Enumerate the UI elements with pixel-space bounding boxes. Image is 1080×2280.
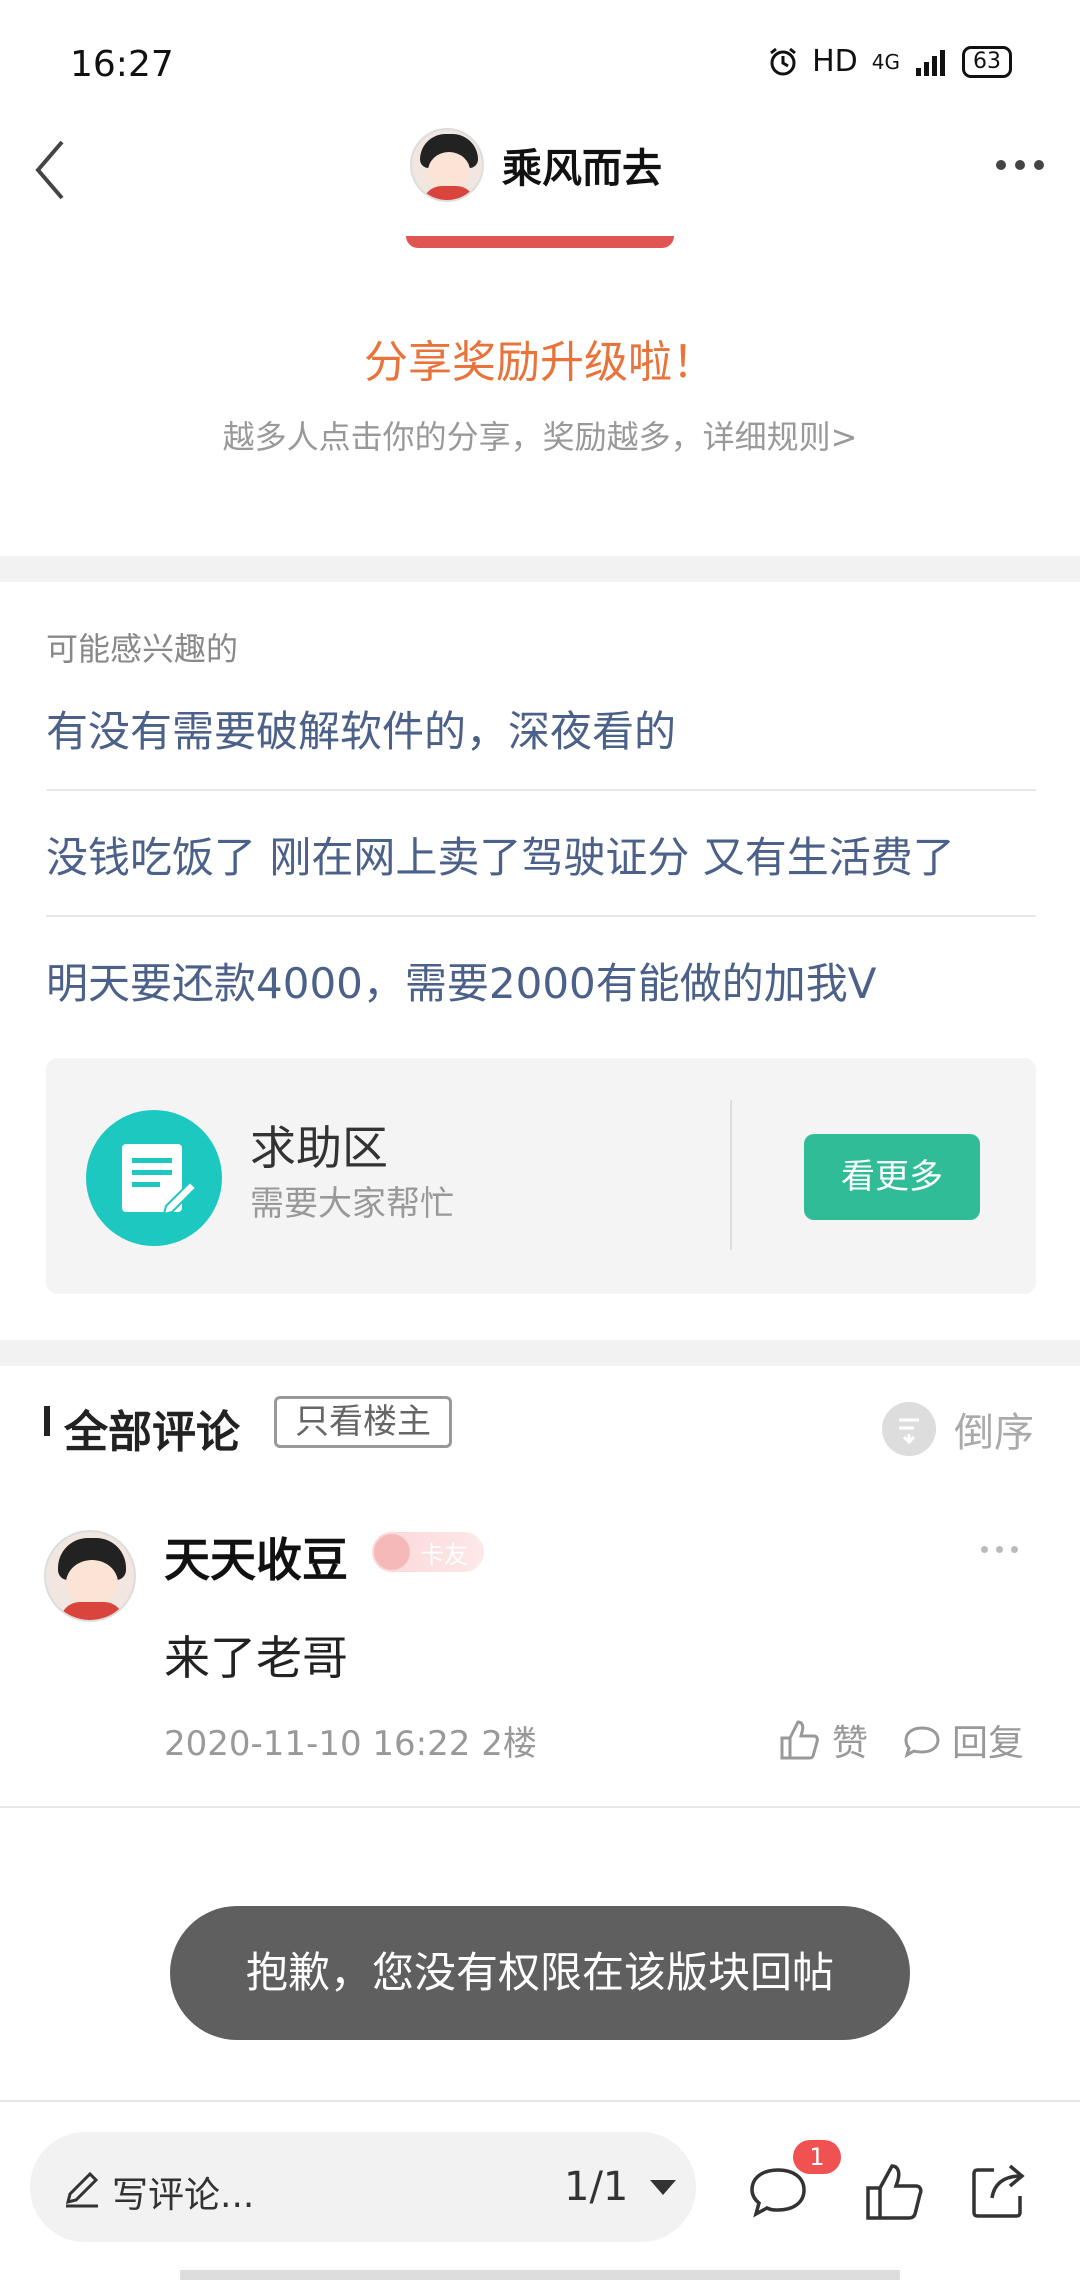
section-divider bbox=[0, 556, 1080, 582]
divider bbox=[46, 789, 1036, 791]
comment-count-badge: 1 bbox=[793, 2140, 841, 2174]
forum-name: 求助区 bbox=[250, 1121, 388, 1175]
write-comment-placeholder[interactable]: 写评论... bbox=[112, 2166, 254, 2218]
commenter-avatar[interactable] bbox=[44, 1530, 136, 1622]
back-arrow-icon bbox=[35, 140, 64, 200]
forum-description: 需要大家帮忙 bbox=[250, 1184, 454, 1224]
home-indicator bbox=[180, 2270, 900, 2280]
header-user[interactable]: 乘风而去 bbox=[410, 128, 662, 202]
section-divider bbox=[0, 1340, 1080, 1366]
interest-item[interactable]: 有没有需要破解软件的，深夜看的 bbox=[46, 698, 1036, 759]
comments-title: 全部评论 bbox=[64, 1407, 240, 1458]
divider bbox=[0, 2100, 1080, 2102]
like-label: 赞 bbox=[832, 1723, 869, 1764]
comment-text: 来了老哥 bbox=[164, 1631, 348, 1685]
back-button[interactable] bbox=[24, 130, 84, 210]
divider bbox=[46, 915, 1036, 917]
header-accent-bar bbox=[406, 236, 674, 248]
header-username: 乘风而去 bbox=[502, 146, 662, 192]
page-indicator[interactable]: 1/1 bbox=[564, 2164, 628, 2210]
divider bbox=[0, 1806, 1080, 1808]
interest-label: 可能感兴趣的 bbox=[46, 630, 239, 668]
reply-button[interactable]: 回复 bbox=[902, 1714, 1024, 1766]
share-reward-title: 分享奖励升级啦！ bbox=[364, 337, 716, 388]
permission-toast: 抱歉，您没有权限在该版块回帖 bbox=[170, 1906, 910, 2040]
like-button[interactable]: 赞 bbox=[776, 1714, 868, 1766]
sort-icon bbox=[882, 1402, 936, 1456]
status-icons: HD 4G 63 bbox=[768, 44, 1012, 79]
forum-help-icon bbox=[86, 1110, 222, 1246]
vertical-divider bbox=[730, 1100, 732, 1250]
status-time: 16:27 bbox=[70, 44, 174, 85]
op-only-button[interactable]: 只看楼主 bbox=[274, 1396, 452, 1448]
crown-icon bbox=[374, 1534, 410, 1570]
comment-meta: 2020-11-10 16:22 2楼 bbox=[164, 1724, 537, 1764]
chevron-down-icon[interactable] bbox=[650, 2180, 676, 2195]
share-reward-rules-link[interactable]: 越多人点击你的分享，奖励越多，详细规则> bbox=[0, 412, 1080, 458]
interest-item[interactable]: 没钱吃饭了 刚在网上卖了驾驶证分 又有生活费了 bbox=[46, 824, 1036, 885]
chat-bubble-icon bbox=[904, 1726, 940, 1759]
comment-more-icon[interactable] bbox=[981, 1546, 1018, 1553]
battery-indicator: 63 bbox=[962, 45, 1012, 78]
thumbs-up-icon bbox=[780, 1720, 819, 1760]
signal-icon bbox=[916, 49, 945, 76]
thumbs-up-icon[interactable] bbox=[860, 2160, 926, 2226]
hd-label: HD bbox=[812, 44, 858, 79]
network-type: 4G bbox=[871, 49, 900, 74]
user-badge: 卡友 bbox=[372, 1532, 484, 1572]
sort-toggle[interactable]: 倒序 bbox=[882, 1400, 1034, 1458]
more-options-icon[interactable] bbox=[990, 150, 1050, 180]
commenter-name[interactable]: 天天收豆 bbox=[164, 1524, 348, 1590]
see-more-button[interactable]: 看更多 bbox=[804, 1134, 980, 1220]
sort-label: 倒序 bbox=[954, 1410, 1034, 1456]
alarm-icon bbox=[770, 47, 797, 75]
share-icon[interactable] bbox=[966, 2160, 1030, 2224]
comments-title-marker bbox=[44, 1406, 50, 1436]
user-badge-label: 卡友 bbox=[420, 1540, 468, 1569]
pencil-icon bbox=[65, 2171, 99, 2208]
avatar bbox=[410, 128, 484, 202]
reply-label: 回复 bbox=[952, 1723, 1025, 1764]
interest-item[interactable]: 明天要还款4000，需要2000有能做的加我V bbox=[46, 950, 1036, 1011]
